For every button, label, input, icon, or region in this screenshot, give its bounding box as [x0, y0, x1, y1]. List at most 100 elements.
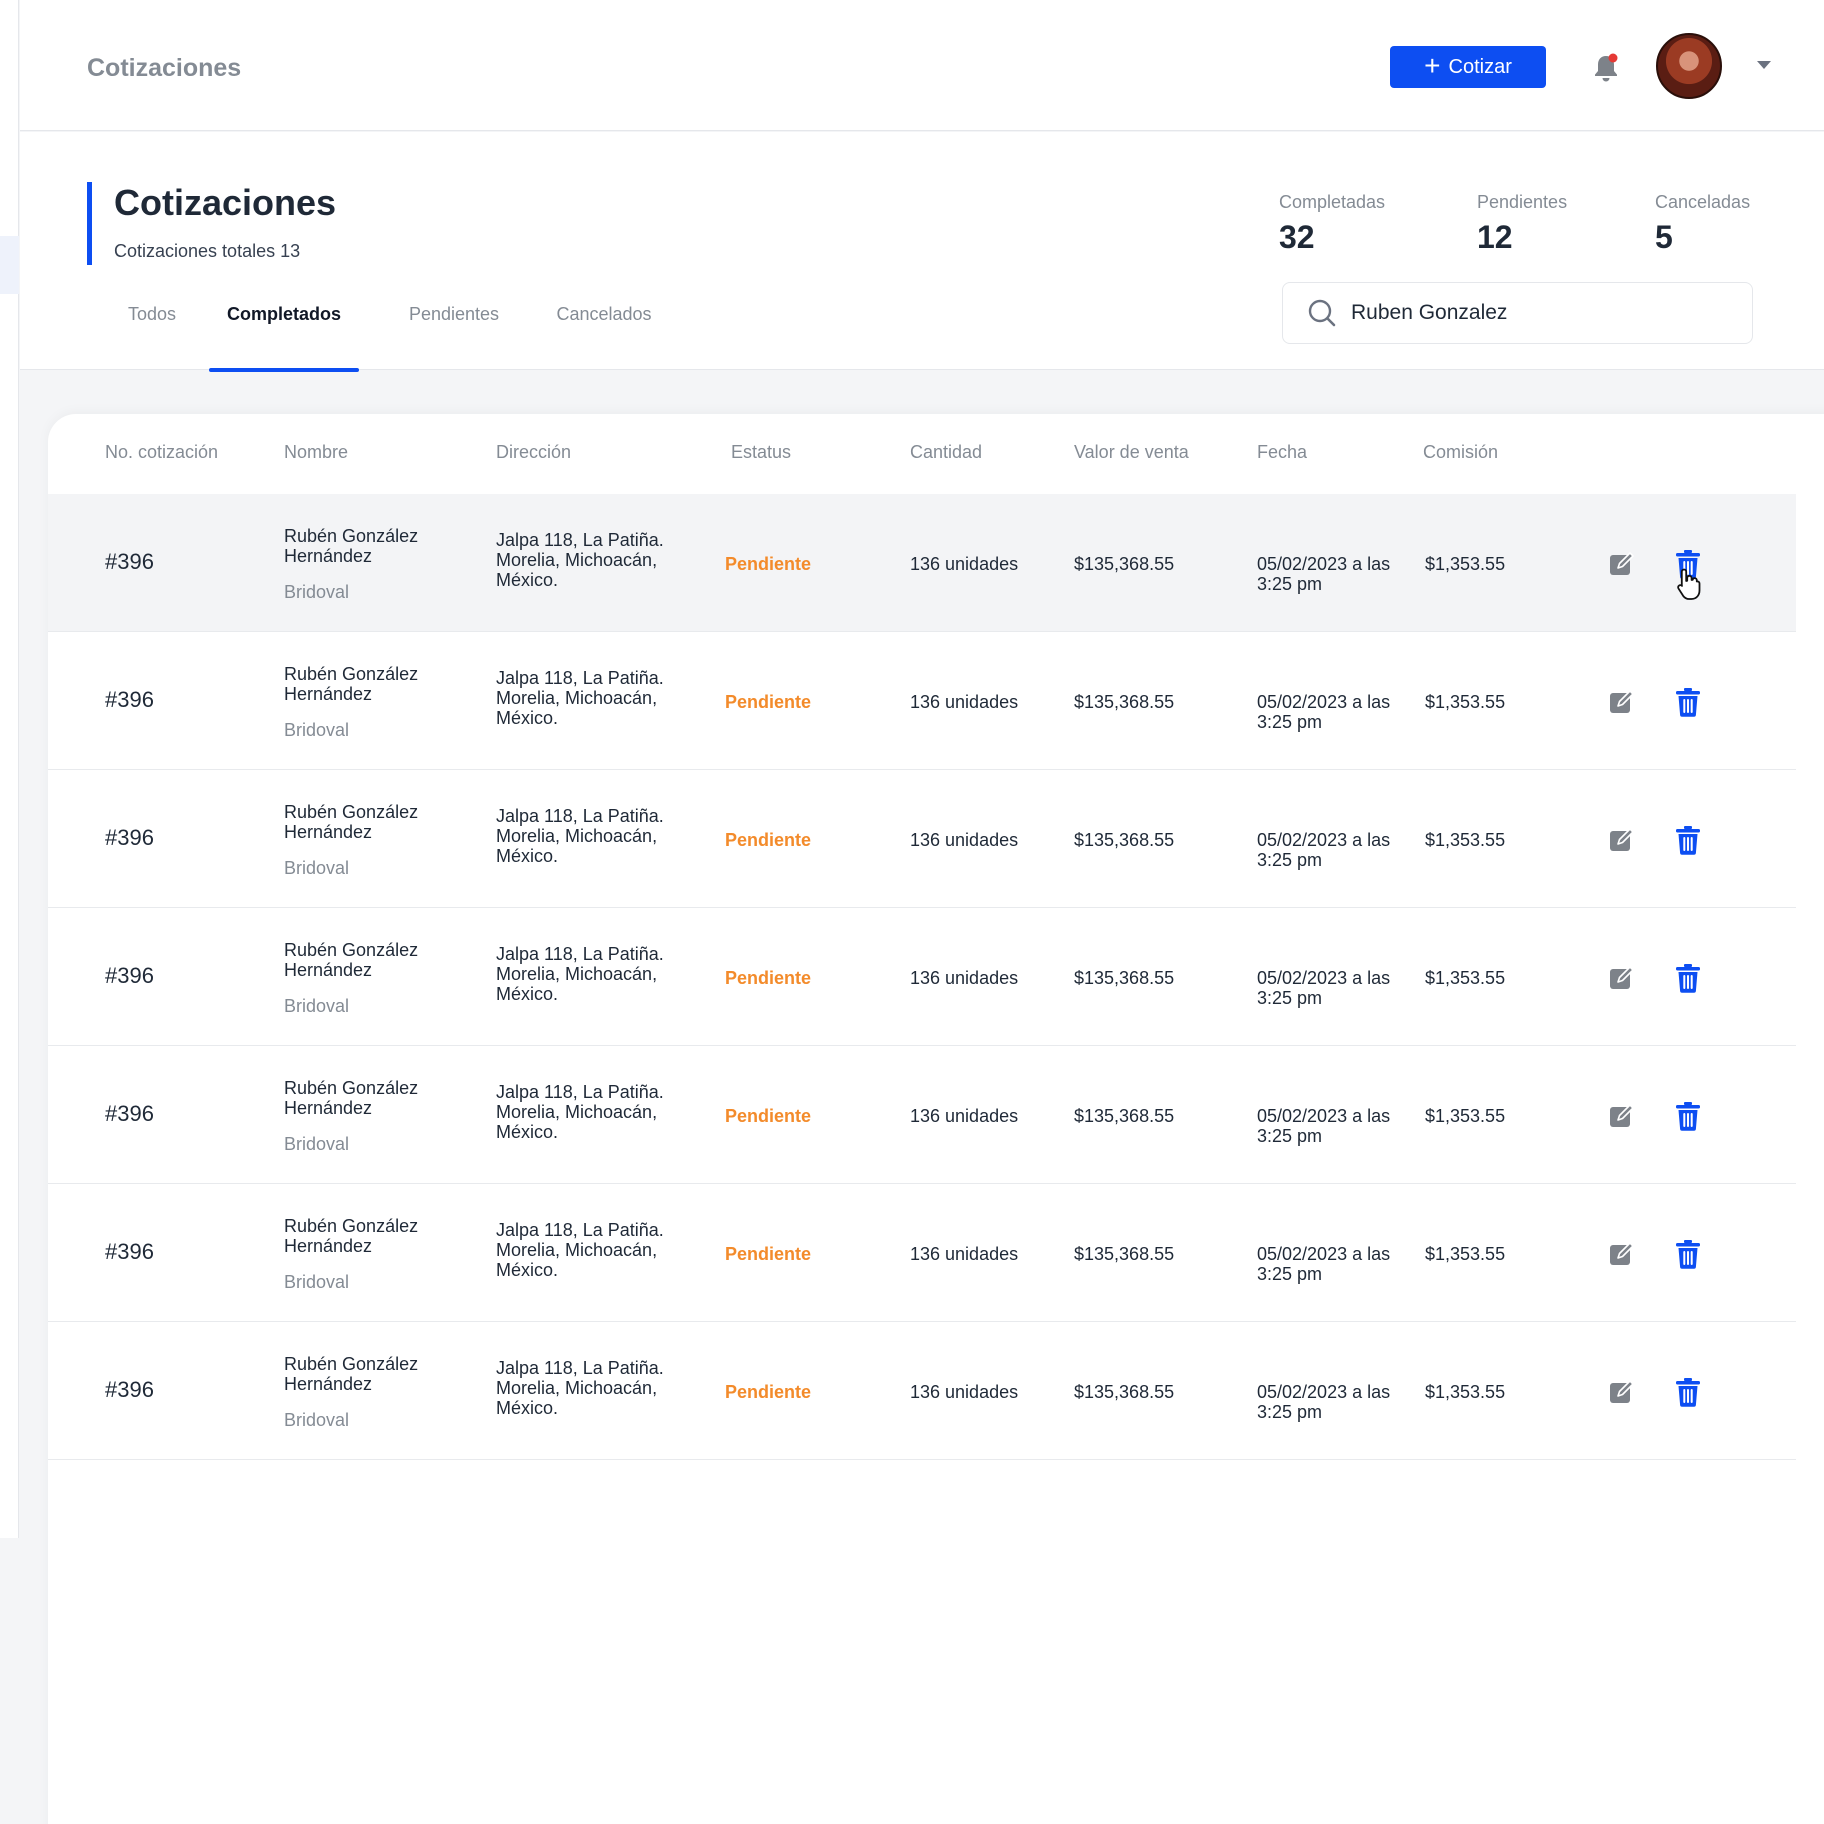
edit-icon[interactable]: [1608, 688, 1636, 716]
tab-cancelados[interactable]: Cancelados: [536, 292, 672, 370]
column-header[interactable]: Cantidad: [910, 442, 982, 463]
bell-icon[interactable]: [1588, 50, 1624, 86]
sale-value: $135,368.55: [1074, 692, 1175, 712]
column-header[interactable]: Valor de venta: [1074, 442, 1189, 463]
quote-date: 05/02/2023 a las 3:25 pm: [1257, 554, 1391, 594]
quote-date: 05/02/2023 a las 3:25 pm: [1257, 1244, 1391, 1284]
tab-completados[interactable]: Completados: [209, 292, 359, 372]
client-company: Bridoval: [284, 858, 350, 878]
trash-icon[interactable]: [1675, 825, 1701, 855]
trash-glyph: [1676, 964, 1700, 993]
client-name: Rubén González Hernández: [284, 940, 419, 980]
cotizar-button[interactable]: + Cotizar: [1390, 46, 1546, 88]
client-address: Jalpa 118, La Patiña. Morelia, Michoacán…: [496, 1082, 664, 1142]
search-input[interactable]: [1351, 301, 1731, 325]
trash-icon[interactable]: [1675, 1239, 1701, 1269]
client-company: Bridoval: [284, 1134, 350, 1154]
commission: $1,353.55: [1425, 554, 1506, 574]
client-address: Jalpa 118, La Patiña. Morelia, Michoacán…: [496, 530, 664, 590]
quote-id: #396: [105, 1101, 154, 1126]
quote-date: 05/02/2023 a las 3:25 pm: [1257, 1382, 1391, 1422]
tab-todos[interactable]: Todos: [106, 292, 198, 370]
search-icon: [1308, 299, 1336, 327]
stat-label: Canceladas: [1655, 192, 1751, 212]
stat-value: 12: [1477, 219, 1513, 255]
sale-value: $135,368.55: [1074, 830, 1175, 850]
column-header[interactable]: Dirección: [496, 442, 571, 463]
status-label: Pendiente: [725, 830, 812, 850]
trash-glyph: [1676, 550, 1700, 579]
commission: $1,353.55: [1425, 968, 1506, 988]
title-accent-bar: [87, 182, 92, 265]
trash-icon[interactable]: [1675, 549, 1701, 579]
table-row[interactable]: #396 Rubén González Hernández Bridoval Jalp…: [48, 1184, 1796, 1322]
commission: $1,353.55: [1425, 830, 1506, 850]
quote-date: 05/02/2023 a las 3:25 pm: [1257, 1106, 1391, 1146]
sale-value: $135,368.55: [1074, 1382, 1175, 1402]
quantity: 136 unidades: [910, 830, 1019, 850]
stat-label: Pendientes: [1477, 192, 1568, 212]
quote-date: 05/02/2023 a las 3:25 pm: [1257, 830, 1391, 870]
plus-icon: +: [1424, 50, 1441, 81]
cotizar-label: Cotizar: [1448, 55, 1512, 78]
quote-id: #396: [105, 963, 154, 988]
edit-icon[interactable]: [1608, 826, 1636, 854]
client-company: Bridoval: [284, 1410, 350, 1430]
avatar[interactable]: [1656, 33, 1722, 99]
client-name: Rubén González Hernández: [284, 1216, 419, 1256]
column-header[interactable]: Comisión: [1423, 442, 1498, 463]
stat-label: Completadas: [1279, 192, 1386, 212]
column-header[interactable]: Nombre: [284, 442, 348, 463]
client-name: Rubén González Hernández: [284, 1078, 419, 1118]
client-address: Jalpa 118, La Patiña. Morelia, Michoacán…: [496, 1358, 664, 1418]
column-header[interactable]: Fecha: [1257, 442, 1307, 463]
stat-pendientes: Pendientes 12: [1477, 192, 1567, 256]
edit-glyph: [1610, 690, 1634, 713]
status-label: Pendiente: [725, 1382, 812, 1402]
commission: $1,353.55: [1425, 692, 1506, 712]
table-row[interactable]: #396 Rubén González Hernández Bridoval Jalp…: [48, 1046, 1796, 1184]
stat-value: 5: [1655, 219, 1673, 255]
quote-id: #396: [105, 687, 154, 712]
table-row[interactable]: #396 Rubén González Hernández Bridoval Jalp…: [48, 908, 1796, 1046]
client-address: Jalpa 118, La Patiña. Morelia, Michoacán…: [496, 1220, 664, 1280]
trash-icon[interactable]: [1675, 963, 1701, 993]
quantity: 136 unidades: [910, 692, 1019, 712]
column-header[interactable]: Estatus: [731, 442, 791, 463]
sidebar-active-item[interactable]: [0, 236, 19, 294]
quote-id: #396: [105, 825, 154, 850]
client-name: Rubén González Hernández: [284, 802, 419, 842]
quantity: 136 unidades: [910, 554, 1019, 574]
column-header[interactable]: No. cotización: [105, 442, 218, 463]
table-header: No. cotización Nombre Dirección Estatus …: [48, 414, 1796, 494]
quantity: 136 unidades: [910, 1382, 1019, 1402]
quotes-table: No. cotización Nombre Dirección Estatus …: [48, 414, 1824, 1824]
stat-value: 32: [1279, 219, 1315, 255]
tab-pendientes[interactable]: Pendientes: [382, 292, 526, 370]
trash-icon[interactable]: [1675, 687, 1701, 717]
notification-dot: [1608, 53, 1618, 63]
edit-icon[interactable]: [1608, 964, 1636, 992]
table-row[interactable]: #396 Rubén González Hernández Bridoval Jalp…: [48, 632, 1796, 770]
edit-glyph: [1610, 1104, 1634, 1127]
sale-value: $135,368.55: [1074, 968, 1175, 988]
edit-glyph: [1610, 1380, 1634, 1403]
edit-icon[interactable]: [1608, 1102, 1636, 1130]
table-row[interactable]: #396 Rubén González Hernández Bridoval Jalp…: [48, 1322, 1796, 1460]
stat-completadas: Completadas 32: [1279, 192, 1385, 256]
trash-glyph: [1676, 1378, 1700, 1407]
chevron-down-icon[interactable]: [1757, 61, 1771, 69]
trash-icon[interactable]: [1675, 1377, 1701, 1407]
edit-icon[interactable]: [1608, 550, 1636, 578]
trash-icon[interactable]: [1675, 1101, 1701, 1131]
client-address: Jalpa 118, La Patiña. Morelia, Michoacán…: [496, 668, 664, 728]
search-box[interactable]: [1282, 282, 1753, 344]
client-address: Jalpa 118, La Patiña. Morelia, Michoacán…: [496, 944, 664, 1004]
table-row[interactable]: #396 Rubén González Hernández Bridoval Jalp…: [48, 770, 1796, 908]
commission: $1,353.55: [1425, 1244, 1506, 1264]
page-title: Cotizaciones: [114, 182, 337, 223]
edit-icon[interactable]: [1608, 1240, 1636, 1268]
table-row[interactable]: #396 Rubén González Hernández Bridoval Jalp…: [48, 494, 1796, 632]
edit-icon[interactable]: [1608, 1378, 1636, 1406]
status-label: Pendiente: [725, 968, 812, 988]
